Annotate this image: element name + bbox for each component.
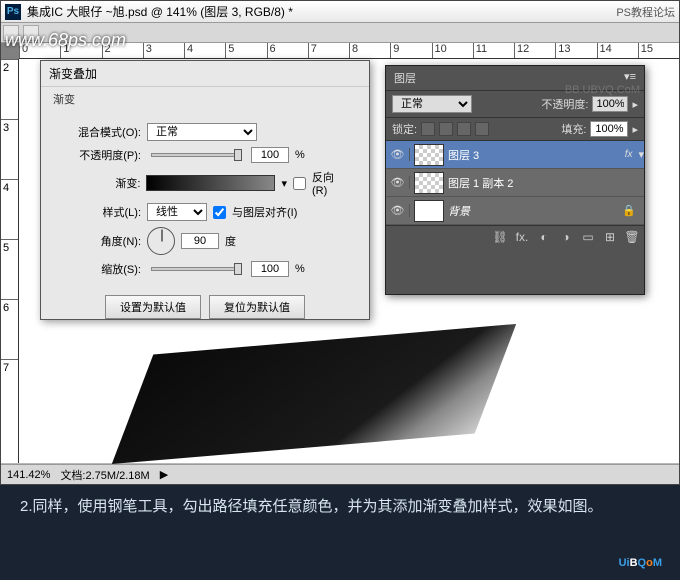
tutorial-caption: 2.同样，使用钢笔工具，勾出路径填充任意颜色，并为其添加渐变叠加样式，效果如图。 [20, 495, 660, 519]
layers-panel: 图层 ▾≡ 正常 不透明度: ▸ 锁定: 填充: ▸ 👁 图层 3 fx ▾ 👁… [385, 65, 645, 295]
scale-label: 缩放(S): [61, 261, 141, 277]
align-label: 与图层对齐(I) [232, 204, 297, 220]
fx-expand-icon[interactable]: ▾ [638, 148, 644, 161]
fill-input[interactable] [590, 121, 628, 137]
layer-name[interactable]: 图层 3 [448, 147, 619, 163]
fill-label: 填充: [561, 121, 586, 137]
align-checkbox[interactable] [213, 206, 226, 219]
visibility-icon[interactable]: 👁 [386, 204, 410, 217]
opacity-input[interactable] [251, 147, 289, 163]
angle-control[interactable] [147, 227, 175, 255]
fx-icon[interactable]: fx. [514, 230, 530, 244]
black-shape [112, 324, 516, 464]
opacity-slider[interactable] [151, 153, 241, 157]
layer-name[interactable]: 背景 [448, 203, 614, 219]
uibq-logo: UiBQoM [619, 549, 662, 572]
delete-icon[interactable]: 🗑 [624, 230, 640, 244]
layer-name[interactable]: 图层 1 副本 2 [448, 175, 644, 191]
watermark-ubvq: BB.UBVQ.CoM [565, 84, 640, 96]
link-icon[interactable]: ⛓ [492, 230, 508, 244]
layers-footer: ⛓ fx. ◐ ◑ ▭ ⊞ 🗑 [386, 225, 644, 248]
folder-icon[interactable]: ▭ [580, 230, 596, 244]
layer-list: 👁 图层 3 fx ▾ 👁 图层 1 副本 2 👁 背景 🔒 [386, 141, 644, 225]
gradient-label: 渐变: [61, 175, 140, 191]
layer-opacity-input[interactable] [592, 96, 628, 112]
layers-tab[interactable]: 图层 [394, 70, 416, 86]
gradient-dropdown-icon[interactable]: ▾ [281, 177, 287, 190]
angle-label: 角度(N): [61, 233, 141, 249]
blend-mode-label: 混合模式(O): [61, 124, 141, 140]
gradient-overlay-dialog: 渐变叠加 渐变 混合模式(O): 正常 不透明度(P): % 渐变: ▾ 反向(… [40, 60, 370, 320]
title-bar: Ps 集成IC 大眼仔 ~旭.psd @ 141% (图层 3, RGB/8) … [1, 1, 679, 23]
arrow-icon[interactable]: ▶ [160, 468, 168, 481]
layer-thumbnail[interactable] [414, 172, 444, 194]
lock-all-icon[interactable] [475, 122, 489, 136]
reverse-checkbox[interactable] [293, 177, 306, 190]
layer-row[interactable]: 👁 图层 1 副本 2 [386, 169, 644, 197]
status-bar: 141.42% 文档:2.75M/2.18M ▶ [1, 464, 679, 484]
new-layer-icon[interactable]: ⊞ [602, 230, 618, 244]
layer-blend-select[interactable]: 正常 [392, 95, 472, 113]
lock-icon: 🔒 [614, 204, 644, 217]
forum-label: PS教程论坛 [616, 4, 675, 20]
layer-thumbnail[interactable] [414, 200, 444, 222]
layer-thumbnail[interactable] [414, 144, 444, 166]
lock-pos-icon[interactable] [457, 122, 471, 136]
blend-mode-select[interactable]: 正常 [147, 123, 257, 141]
scale-slider[interactable] [151, 267, 241, 271]
scale-input[interactable] [251, 261, 289, 277]
angle-input[interactable] [181, 233, 219, 249]
style-label: 样式(L): [61, 204, 141, 220]
fill-arrow-icon[interactable]: ▸ [632, 123, 638, 136]
lock-label: 锁定: [392, 121, 417, 137]
lock-trans-icon[interactable] [421, 122, 435, 136]
opacity-label: 不透明度(P): [61, 147, 141, 163]
layer-row[interactable]: 👁 背景 🔒 [386, 197, 644, 225]
set-default-button[interactable]: 设置为默认值 [105, 295, 201, 319]
document-title: 集成IC 大眼仔 ~旭.psd @ 141% (图层 3, RGB/8) * [27, 3, 616, 20]
lock-pixel-icon[interactable] [439, 122, 453, 136]
gradient-preview[interactable] [146, 175, 275, 191]
doc-size: 文档:2.75M/2.18M [60, 467, 149, 483]
adjust-icon[interactable]: ◑ [558, 230, 574, 244]
ps-icon: Ps [5, 4, 21, 20]
zoom-level[interactable]: 141.42% [7, 469, 50, 481]
reset-default-button[interactable]: 复位为默认值 [209, 295, 305, 319]
dialog-subtitle: 渐变 [41, 87, 369, 111]
opacity-arrow-icon[interactable]: ▸ [632, 98, 638, 111]
visibility-icon[interactable]: 👁 [386, 148, 410, 161]
ruler-vertical: 2 3 4 5 6 7 [1, 59, 19, 463]
mask-icon[interactable]: ◐ [536, 230, 552, 244]
dialog-title: 渐变叠加 [41, 61, 369, 87]
visibility-icon[interactable]: 👁 [386, 176, 410, 189]
style-select[interactable]: 线性 [147, 203, 207, 221]
layer-opacity-label: 不透明度: [541, 96, 588, 112]
reverse-label: 反向(R) [312, 169, 349, 197]
fx-badge[interactable]: fx [619, 149, 639, 160]
layer-row[interactable]: 👁 图层 3 fx ▾ [386, 141, 644, 169]
watermark-68ps: www.68ps.com [5, 30, 126, 51]
